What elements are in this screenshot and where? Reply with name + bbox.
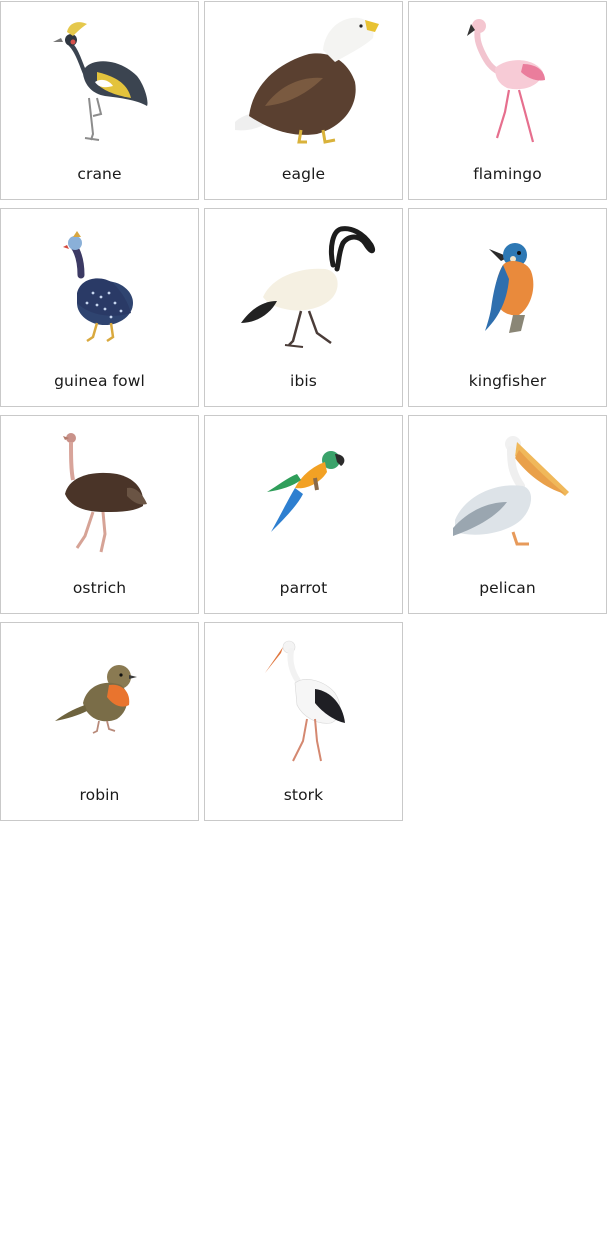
crane-icon <box>53 22 148 141</box>
bird-card-grid: crane eagle flamingo guinea fowl ibis ki… <box>0 1 607 821</box>
parrot-icon <box>267 451 345 532</box>
card-eagle: eagle <box>204 1 403 200</box>
guinea-fowl-icon <box>63 231 133 343</box>
ostrich-icon <box>63 433 147 553</box>
eagle-icon <box>235 17 379 144</box>
card-label: kingfisher <box>468 372 547 390</box>
card-label: robin <box>79 786 120 804</box>
card-label: flamingo <box>473 165 542 183</box>
card-robin: robin <box>0 622 199 821</box>
card-label: eagle <box>281 165 326 183</box>
card-parrot: parrot <box>204 415 403 614</box>
card-flamingo: flamingo <box>408 1 607 200</box>
ibis-icon <box>241 226 376 348</box>
card-ibis: ibis <box>204 208 403 407</box>
card-guinea-fowl: guinea fowl <box>0 208 199 407</box>
card-label: ostrich <box>72 579 127 597</box>
card-ostrich: ostrich <box>0 415 199 614</box>
card-pelican: pelican <box>408 415 607 614</box>
card-label: pelican <box>479 579 536 597</box>
card-label: guinea fowl <box>54 372 145 390</box>
card-label: parrot <box>279 579 328 597</box>
card-crane: crane <box>0 1 199 200</box>
kingfisher-icon <box>485 243 534 333</box>
flamingo-icon <box>467 19 545 143</box>
robin-icon <box>55 665 137 734</box>
card-stork: stork <box>204 622 403 821</box>
card-kingfisher: kingfisher <box>408 208 607 407</box>
card-label: ibis <box>290 372 317 390</box>
card-label: stork <box>283 786 324 804</box>
stork-icon <box>265 640 345 762</box>
card-label: crane <box>77 165 122 183</box>
pelican-icon <box>453 436 569 546</box>
